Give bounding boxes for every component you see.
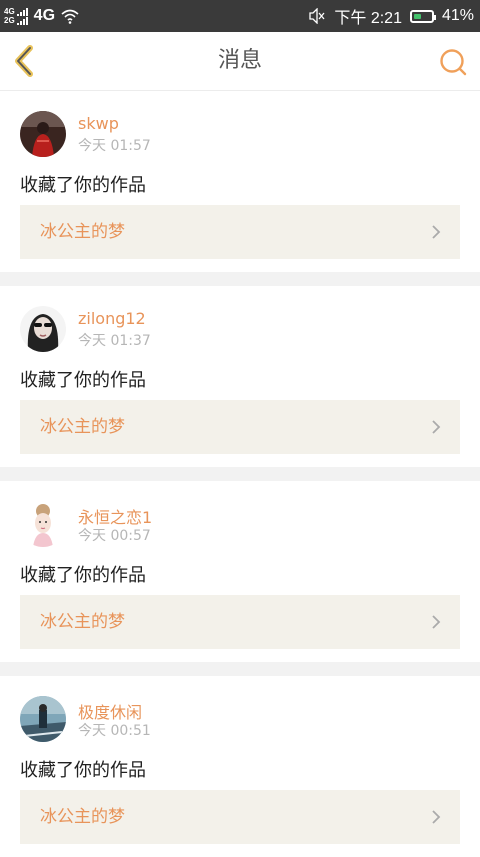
signal-label-2: 2G — [4, 16, 15, 25]
battery-icon — [409, 9, 436, 23]
work-link[interactable]: 冰公主的梦 — [20, 400, 460, 454]
username[interactable]: zilong12 — [78, 309, 146, 328]
nav-bar: 消息 — [0, 32, 480, 91]
clock: 下午 2:21 — [334, 10, 402, 27]
network-type: 4G — [33, 7, 56, 24]
work-title: 冰公主的梦 — [40, 612, 125, 632]
signal-area: 4G 2G 4G — [4, 0, 79, 32]
chevron-right-icon — [432, 225, 441, 239]
message-text: 收藏了你的作品 — [20, 760, 146, 781]
status-right: 下午 2:21 41% — [308, 0, 474, 32]
chevron-right-icon — [432, 420, 441, 434]
battery-percent: 41% — [441, 7, 474, 24]
timestamp: 今天 00:51 — [78, 723, 151, 739]
mute-icon — [309, 8, 325, 24]
username[interactable]: skwp — [78, 114, 119, 133]
status-bar: 4G 2G 4G 下午 2:21 41% — [0, 0, 480, 32]
message-item: 永恒之恋1 今天 00:57 收藏了你的作品 冰公主的梦 — [0, 481, 480, 662]
message-text: 收藏了你的作品 — [20, 565, 146, 586]
avatar[interactable] — [20, 696, 66, 742]
message-text: 收藏了你的作品 — [20, 175, 146, 196]
signal-label-1: 4G — [4, 7, 15, 16]
page-title: 消息 — [217, 48, 262, 73]
message-item: skwp 今天 01:57 收藏了你的作品 冰公主的梦 — [0, 91, 480, 272]
work-title: 冰公主的梦 — [40, 222, 125, 242]
message-text: 收藏了你的作品 — [20, 370, 146, 391]
wifi-icon — [61, 9, 79, 24]
timestamp: 今天 00:57 — [78, 528, 151, 544]
avatar[interactable] — [20, 111, 66, 157]
avatar[interactable] — [20, 501, 66, 547]
signal-icon: 4G 2G — [4, 7, 28, 25]
work-title: 冰公主的梦 — [40, 807, 125, 827]
work-link[interactable]: 冰公主的梦 — [20, 790, 460, 844]
work-link[interactable]: 冰公主的梦 — [20, 205, 460, 259]
message-list: skwp 今天 01:57 收藏了你的作品 冰公主的梦 zilong12 今天 … — [0, 91, 480, 857]
timestamp: 今天 01:57 — [78, 138, 151, 154]
chevron-right-icon — [432, 615, 441, 629]
chevron-right-icon — [432, 810, 441, 824]
timestamp: 今天 01:37 — [78, 333, 151, 349]
avatar[interactable] — [20, 306, 66, 352]
message-item: zilong12 今天 01:37 收藏了你的作品 冰公主的梦 — [0, 286, 480, 467]
work-link[interactable]: 冰公主的梦 — [20, 595, 460, 649]
search-icon[interactable] — [438, 47, 468, 77]
message-item: 极度休闲 今天 00:51 收藏了你的作品 冰公主的梦 — [0, 676, 480, 857]
work-title: 冰公主的梦 — [40, 417, 125, 437]
